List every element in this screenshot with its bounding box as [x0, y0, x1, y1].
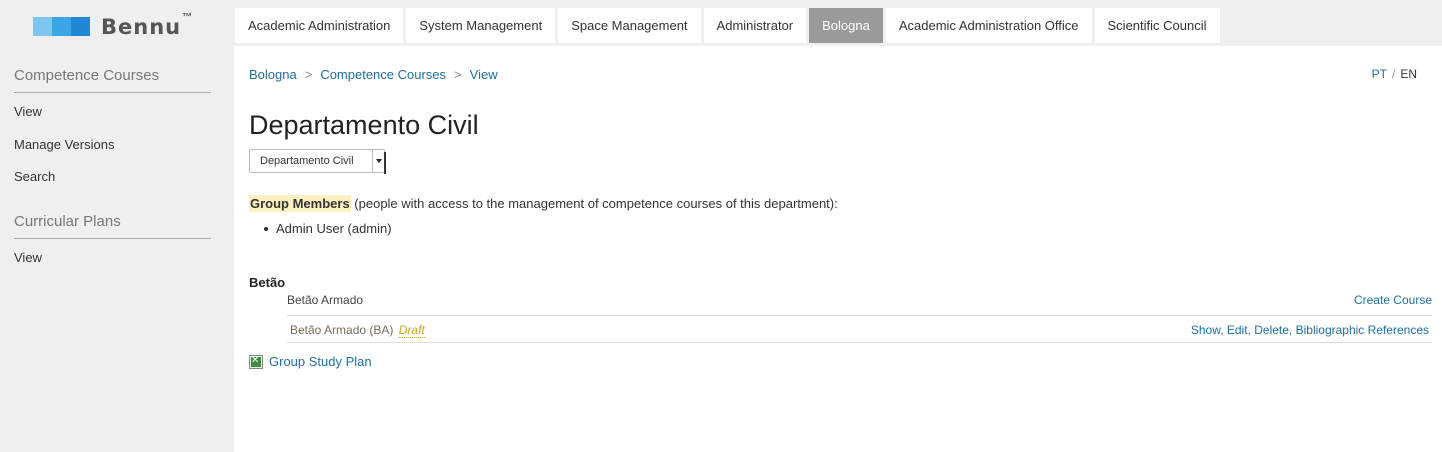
group-members-line: Group Members (people with access to the… [249, 195, 838, 212]
breadcrumb-view[interactable]: View [470, 67, 498, 82]
breadcrumb-separator: > [454, 67, 462, 82]
tab-administrator[interactable]: Administrator [703, 8, 807, 43]
breadcrumb-competence-courses[interactable]: Competence Courses [320, 67, 446, 82]
breadcrumb: Bologna > Competence Courses > View [249, 67, 498, 82]
course-name: Betão Armado (BA) [290, 323, 394, 337]
course-group: Betão Armado Create Course Betão Armado … [287, 290, 1432, 343]
page-title: Departamento Civil [249, 110, 479, 140]
sidebar-item-manage-versions[interactable]: Manage Versions [14, 137, 114, 152]
logo-blocks-icon [33, 16, 90, 36]
list-item: Admin User (admin) [264, 221, 392, 236]
course-state-badge: Draft [398, 323, 425, 338]
sidebar-item-curricular-view[interactable]: View [14, 250, 42, 265]
course-group-header: Betão Armado Create Course [287, 290, 1432, 316]
area-title: Betão [249, 275, 286, 290]
language-pt-link[interactable]: PT [1372, 67, 1387, 81]
edit-link[interactable]: Edit [1227, 323, 1248, 337]
breadcrumb-bologna[interactable]: Bologna [249, 67, 297, 82]
sidebar-section-title: Curricular Plans [14, 213, 211, 239]
trademark-mark: ™ [182, 11, 193, 23]
top-navigation: Academic Administration System Managemen… [235, 8, 1223, 43]
tab-space-management[interactable]: Space Management [558, 8, 701, 43]
course-actions: Show, Edit, Delete, Bibliographic Refere… [1190, 323, 1429, 337]
sidebar-section-curricular-plans: Curricular Plans [14, 213, 211, 239]
tab-scientific-council[interactable]: Scientific Council [1094, 8, 1220, 43]
department-select[interactable]: Departamento Civil [249, 149, 386, 174]
chevron-down-icon [372, 150, 384, 172]
tab-academic-administration[interactable]: Academic Administration [235, 8, 404, 43]
bullet-icon [264, 227, 268, 231]
tab-academic-administration-office[interactable]: Academic Administration Office [885, 8, 1092, 43]
create-course-link[interactable]: Create Course [1354, 290, 1432, 310]
bibliographic-references-link[interactable]: Bibliographic References [1296, 323, 1429, 337]
group-study-plan-link[interactable]: Group Study Plan [269, 354, 372, 369]
delete-link[interactable]: Delete [1254, 323, 1289, 337]
bennu-logo[interactable]: Bennu ™ [33, 11, 193, 40]
sidebar-section-competence-courses: Competence Courses [14, 67, 211, 93]
department-select-value: Departamento Civil [260, 155, 354, 167]
sidebar-item-view[interactable]: View [14, 104, 42, 119]
sidebar: Bennu ™ Competence Courses View Manage V… [0, 0, 234, 452]
select-shadow [384, 152, 386, 174]
tab-system-management[interactable]: System Management [406, 8, 556, 43]
breadcrumb-separator: > [304, 67, 313, 82]
table-row: Betão Armado (BA) Draft Show, Edit, Dele… [287, 318, 1432, 343]
language-en-current: EN [1400, 67, 1417, 81]
language-separator: / [1391, 67, 1396, 81]
logo-text: Bennu [101, 15, 182, 39]
spreadsheet-icon [249, 354, 263, 369]
group-members-description: (people with access to the management of… [350, 196, 838, 211]
show-link[interactable]: Show [1191, 323, 1220, 337]
sidebar-item-search[interactable]: Search [14, 169, 55, 184]
main-content: Bologna > Competence Courses > View PT / EN De… [234, 46, 1442, 452]
group-study-plan[interactable]: Group Study Plan [249, 354, 372, 369]
group-members-label: Group Members [249, 195, 351, 212]
sidebar-section-title: Competence Courses [14, 67, 211, 93]
language-switcher: PT / EN [1372, 67, 1417, 81]
tab-bologna[interactable]: Bologna [809, 8, 883, 43]
member-name: Admin User (admin) [276, 221, 392, 236]
course-group-name: Betão Armado [287, 293, 364, 307]
